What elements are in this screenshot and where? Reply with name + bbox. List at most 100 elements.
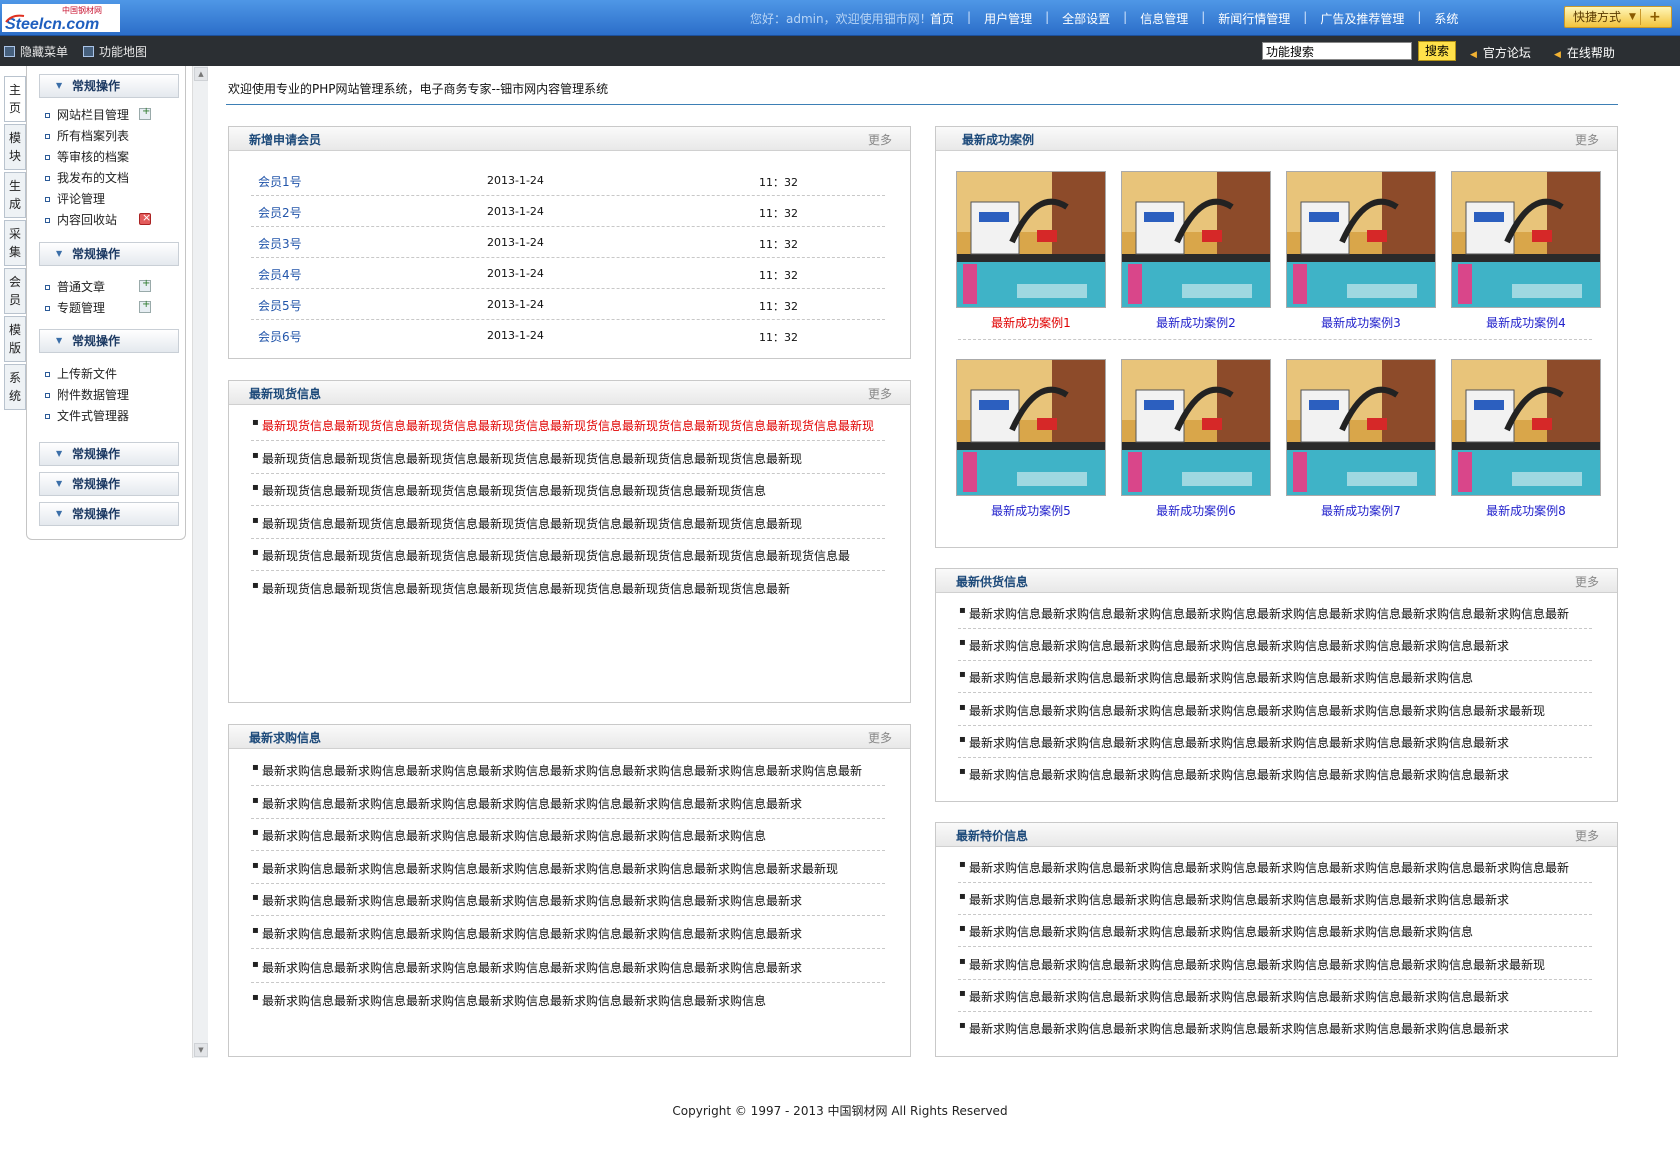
list-item[interactable]: ▪ 最新求购信息最新求购信息最新求购信息最新求购信息最新求购信息最新求购信息最新求… (958, 660, 1592, 693)
quick-access-button[interactable]: 快捷方式 ▼ + (1564, 6, 1672, 28)
tab-modules[interactable]: 模块 (4, 124, 26, 170)
scroll-down-icon[interactable]: ▼ (194, 1043, 208, 1057)
member-name[interactable]: 会员4号 (258, 266, 302, 283)
case-item[interactable]: 最新成功案例3 (1286, 171, 1436, 330)
list-item[interactable]: ▪ 最新求购信息最新求购信息最新求购信息最新求购信息最新求购信息最新求购信息最新求… (958, 882, 1592, 915)
add-icon[interactable] (139, 278, 151, 292)
list-item[interactable]: ▪ 最新现货信息最新现货信息最新现货信息最新现货信息最新现货信息最新现货信息最新现… (251, 473, 885, 506)
case-label[interactable]: 最新成功案例1 (956, 314, 1106, 331)
case-item[interactable]: 最新成功案例7 (1286, 359, 1436, 518)
nav-settings[interactable]: 全部设置 (1062, 10, 1110, 27)
nav-users[interactable]: 用户管理 (984, 10, 1032, 27)
more-link[interactable]: 更多 (1575, 827, 1599, 844)
hide-menu-button[interactable]: 隐藏菜单 (4, 43, 68, 60)
list-item[interactable]: ▪ 最新求购信息最新求购信息最新求购信息最新求购信息最新求购信息最新求购信息最新求… (251, 753, 885, 786)
list-item[interactable]: ▪ 最新求购信息最新求购信息最新求购信息最新求购信息最新求购信息最新求购信息最新求… (958, 947, 1592, 980)
list-item[interactable]: ▪ 最新求购信息最新求购信息最新求购信息最新求购信息最新求购信息最新求购信息最新求… (251, 916, 885, 949)
menu-item-file-manager[interactable]: 文件式管理器 (45, 407, 129, 424)
more-link[interactable]: 更多 (1575, 573, 1599, 590)
scroll-up-icon[interactable]: ▲ (194, 67, 208, 81)
member-name[interactable]: 会员3号 (258, 235, 302, 252)
list-item[interactable]: ▪ 最新求购信息最新求购信息最新求购信息最新求购信息最新求购信息最新求购信息最新求… (958, 1011, 1592, 1044)
menu-group-header[interactable]: ▼ 常规操作 (39, 242, 179, 266)
menu-item-recycle-bin[interactable]: 内容回收站 (45, 211, 117, 228)
list-item[interactable]: ▪ 最新求购信息最新求购信息最新求购信息最新求购信息最新求购信息最新求购信息最新求… (958, 757, 1592, 790)
tab-system[interactable]: 系统 (4, 364, 26, 410)
case-item[interactable]: 最新成功案例5 (956, 359, 1106, 518)
case-item[interactable]: 最新成功案例8 (1451, 359, 1601, 518)
case-thumbnail[interactable] (1121, 171, 1271, 308)
steelcn-logo[interactable]: 中国钢材网 Steelcn.com (2, 4, 120, 32)
menu-group-header[interactable]: ▼ 常规操作 (39, 74, 179, 98)
list-item[interactable]: ▪ 最新求购信息最新求购信息最新求购信息最新求购信息最新求购信息最新求购信息最新求… (958, 628, 1592, 661)
site-map-button[interactable]: 功能地图 (83, 43, 147, 60)
list-item[interactable]: ▪ 最新现货信息最新现货信息最新现货信息最新现货信息最新现货信息最新现货信息最新现… (251, 538, 885, 571)
menu-group-header[interactable]: ▼ 常规操作 (39, 329, 179, 353)
menu-item-upload-file[interactable]: 上传新文件 (45, 365, 117, 382)
menu-item-attachments[interactable]: 附件数据管理 (45, 386, 129, 403)
case-label[interactable]: 最新成功案例2 (1121, 314, 1271, 331)
menu-item-comments[interactable]: 评论管理 (45, 190, 105, 207)
member-name[interactable]: 会员1号 (258, 173, 302, 190)
case-label[interactable]: 最新成功案例5 (956, 502, 1106, 519)
case-item[interactable]: 最新成功案例4 (1451, 171, 1601, 330)
list-item[interactable]: ▪ 最新求购信息最新求购信息最新求购信息最新求购信息最新求购信息最新求购信息最新求… (958, 850, 1592, 883)
case-item[interactable]: 最新成功案例1 (956, 171, 1106, 330)
case-item[interactable]: 最新成功案例2 (1121, 171, 1271, 330)
case-thumbnail[interactable] (1121, 359, 1271, 496)
list-item[interactable]: ▪ 最新求购信息最新求购信息最新求购信息最新求购信息最新求购信息最新求购信息最新求… (251, 883, 885, 916)
list-item[interactable]: ▪ 最新求购信息最新求购信息最新求购信息最新求购信息最新求购信息最新求购信息最新求… (958, 979, 1592, 1012)
more-link[interactable]: 更多 (868, 729, 892, 746)
case-item[interactable]: 最新成功案例6 (1121, 359, 1271, 518)
case-thumbnail[interactable] (1451, 171, 1601, 308)
plus-icon[interactable]: + (1649, 7, 1661, 27)
list-item[interactable]: ▪ 最新求购信息最新求购信息最新求购信息最新求购信息最新求购信息最新求购信息最新求… (251, 851, 885, 884)
tab-home[interactable]: 主页 (4, 76, 26, 122)
list-item[interactable]: ▪ 最新现货信息最新现货信息最新现货信息最新现货信息最新现货信息最新现货信息最新现… (251, 441, 885, 474)
case-thumbnail[interactable] (956, 171, 1106, 308)
menu-item-site-columns[interactable]: 网站栏目管理 (45, 106, 129, 123)
case-label[interactable]: 最新成功案例6 (1121, 502, 1271, 519)
list-item[interactable]: ▪ 最新现货信息最新现货信息最新现货信息最新现货信息最新现货信息最新现货信息最新现… (251, 408, 885, 441)
menu-group-header[interactable]: ▼ 常规操作 (39, 502, 179, 526)
more-link[interactable]: 更多 (868, 385, 892, 402)
official-forum-link[interactable]: ◀ 官方论坛 (1470, 44, 1531, 61)
menu-group-header[interactable]: ▼ 常规操作 (39, 472, 179, 496)
online-help-link[interactable]: ◀ 在线帮助 (1554, 44, 1615, 61)
more-link[interactable]: 更多 (868, 131, 892, 148)
member-name[interactable]: 会员2号 (258, 204, 302, 221)
add-icon[interactable] (139, 299, 151, 313)
list-item[interactable]: ▪ 最新求购信息最新求购信息最新求购信息最新求购信息最新求购信息最新求购信息最新求… (251, 983, 885, 1016)
menu-item-topics[interactable]: 专题管理 (45, 299, 105, 316)
menu-item-all-archives[interactable]: 所有档案列表 (45, 127, 129, 144)
member-name[interactable]: 会员6号 (258, 328, 302, 345)
nav-news[interactable]: 新闻行情管理 (1218, 10, 1290, 27)
nav-ads[interactable]: 广告及推荐管理 (1320, 10, 1404, 27)
list-item[interactable]: ▪ 最新求购信息最新求购信息最新求购信息最新求购信息最新求购信息最新求购信息最新求… (958, 693, 1592, 726)
menu-item-pending-archives[interactable]: 等审核的档案 (45, 148, 129, 165)
list-item[interactable]: ▪ 最新求购信息最新求购信息最新求购信息最新求购信息最新求购信息最新求购信息最新求… (251, 818, 885, 851)
case-label[interactable]: 最新成功案例8 (1451, 502, 1601, 519)
more-link[interactable]: 更多 (1575, 131, 1599, 148)
case-thumbnail[interactable] (1451, 359, 1601, 496)
member-name[interactable]: 会员5号 (258, 297, 302, 314)
tab-members[interactable]: 会员 (4, 268, 26, 314)
case-thumbnail[interactable] (956, 359, 1106, 496)
list-item[interactable]: ▪ 最新求购信息最新求购信息最新求购信息最新求购信息最新求购信息最新求购信息最新求… (251, 786, 885, 819)
list-item[interactable]: ▪ 最新现货信息最新现货信息最新现货信息最新现货信息最新现货信息最新现货信息最新现… (251, 506, 885, 539)
tab-collect[interactable]: 采集 (4, 220, 26, 266)
list-item[interactable]: ▪ 最新求购信息最新求购信息最新求购信息最新求购信息最新求购信息最新求购信息最新求… (958, 725, 1592, 758)
search-button[interactable]: 搜索 (1418, 41, 1456, 61)
list-item[interactable]: ▪ 最新求购信息最新求购信息最新求购信息最新求购信息最新求购信息最新求购信息最新求… (958, 914, 1592, 947)
function-search-input[interactable] (1262, 42, 1412, 60)
menu-item-articles[interactable]: 普通文章 (45, 278, 105, 295)
menu-item-my-documents[interactable]: 我发布的文档 (45, 169, 129, 186)
list-item[interactable]: ▪ 最新求购信息最新求购信息最新求购信息最新求购信息最新求购信息最新求购信息最新求… (251, 950, 885, 983)
case-label[interactable]: 最新成功案例7 (1286, 502, 1436, 519)
tab-templates[interactable]: 模版 (4, 316, 26, 362)
case-label[interactable]: 最新成功案例3 (1286, 314, 1436, 331)
nav-home[interactable]: 首页 (930, 10, 954, 27)
case-thumbnail[interactable] (1286, 171, 1436, 308)
nav-info[interactable]: 信息管理 (1140, 10, 1188, 27)
case-label[interactable]: 最新成功案例4 (1451, 314, 1601, 331)
